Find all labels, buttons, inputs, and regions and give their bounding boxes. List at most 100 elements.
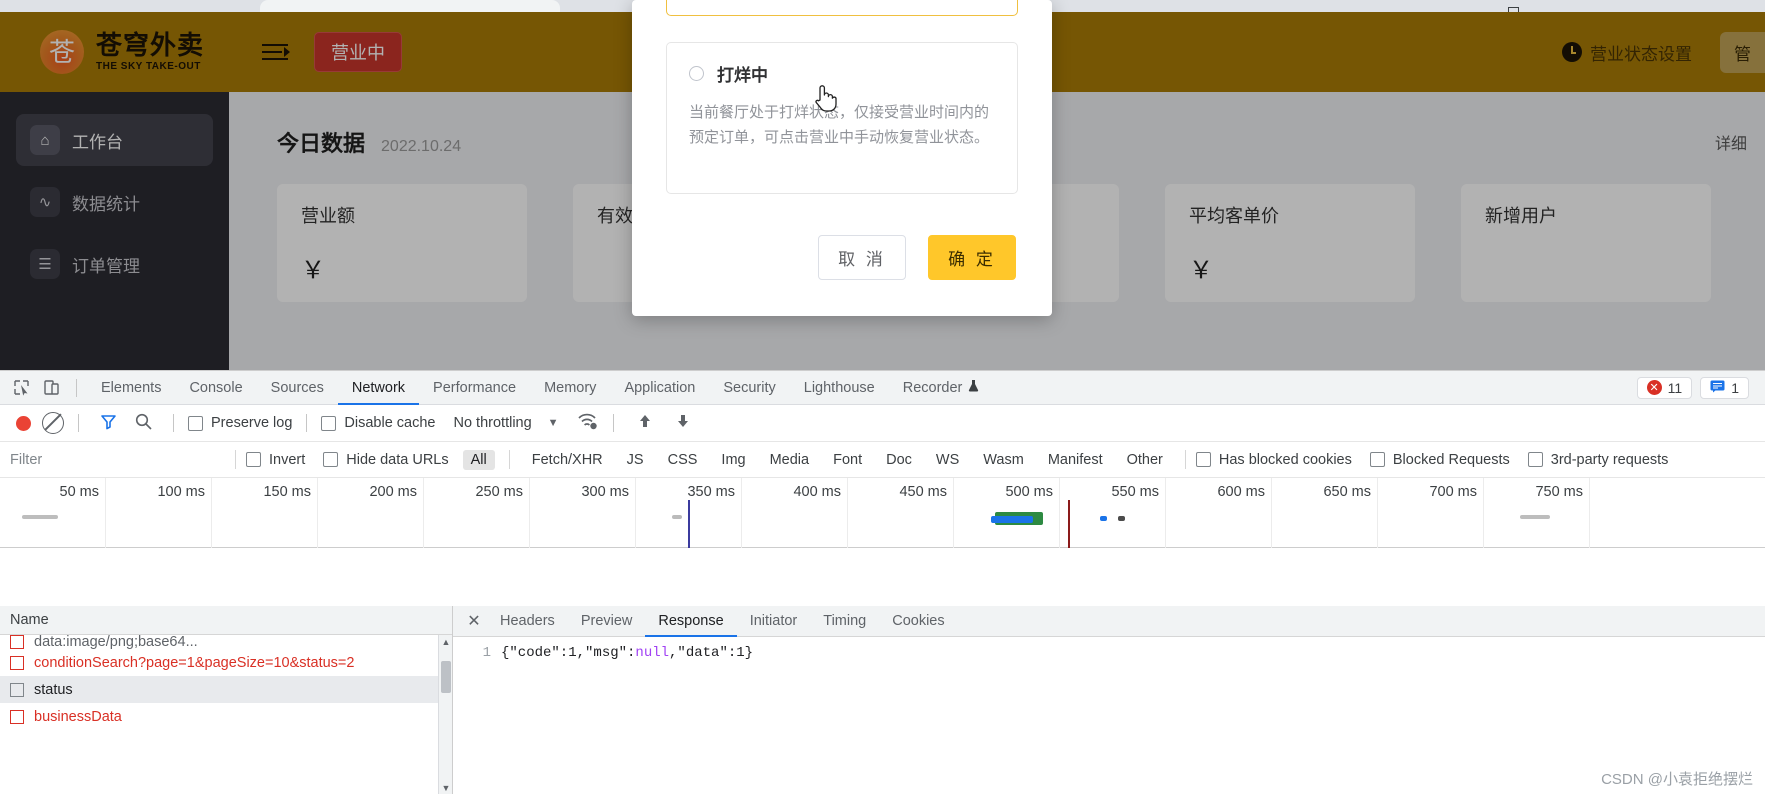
overview-request-bar bbox=[1520, 515, 1550, 519]
radio-unchecked-icon[interactable] bbox=[689, 66, 704, 81]
message-badge[interactable]: 1 bbox=[1700, 376, 1749, 399]
request-list-scrollbar[interactable]: ▲ ▼ bbox=[438, 635, 452, 794]
network-conditions-icon[interactable] bbox=[577, 412, 599, 435]
error-count: 11 bbox=[1667, 379, 1683, 396]
option-open-card[interactable] bbox=[666, 0, 1018, 16]
error-badge[interactable]: ✕ 11 bbox=[1636, 376, 1693, 399]
tab-application[interactable]: Application bbox=[610, 371, 709, 405]
blocked-requests-label: Blocked Requests bbox=[1392, 451, 1510, 468]
type-chip-all[interactable]: All bbox=[462, 449, 495, 470]
overview-request-bar bbox=[991, 516, 1033, 523]
overview-tick: 300 ms bbox=[530, 478, 636, 548]
invert-checkbox[interactable]: Invert bbox=[246, 452, 305, 468]
tab-initiator[interactable]: Initiator bbox=[737, 606, 811, 637]
type-chip-manifest[interactable]: Manifest bbox=[1040, 450, 1111, 470]
devtools-status-badges: ✕ 11 1 bbox=[1636, 376, 1759, 399]
checkbox-icon[interactable] bbox=[1369, 452, 1385, 467]
network-overview-timeline[interactable]: 50 ms 100 ms 150 ms 200 ms 250 ms 300 ms… bbox=[0, 478, 1765, 548]
tab-security[interactable]: Security bbox=[709, 371, 789, 405]
toolbar-divider bbox=[306, 414, 308, 432]
checkbox-icon[interactable] bbox=[1195, 452, 1211, 467]
type-chip-wasm[interactable]: Wasm bbox=[975, 450, 1032, 470]
checkbox-icon[interactable] bbox=[188, 415, 203, 431]
chevron-down-icon[interactable]: ▼ bbox=[439, 781, 453, 794]
third-party-requests-checkbox[interactable]: 3rd-party requests bbox=[1527, 452, 1668, 468]
option-closed-description: 当前餐厅处于打烊状态，仅接受营业时间内的预定订单，可点击营业中手动恢复营业状态。 bbox=[689, 104, 990, 146]
chevron-up-icon[interactable]: ▲ bbox=[439, 635, 453, 649]
preserve-log-checkbox[interactable]: Preserve log bbox=[188, 415, 292, 431]
overview-tick: 700 ms bbox=[1378, 478, 1484, 548]
hide-data-urls-label: Hide data URLs bbox=[346, 451, 449, 468]
table-row[interactable]: conditionSearch?page=1&pageSize=10&statu… bbox=[0, 649, 452, 676]
option-closed-card[interactable]: 打烊中 当前餐厅处于打烊状态，仅接受营业时间内的预定订单，可点击营业中手动恢复营… bbox=[666, 42, 1018, 194]
tab-headers[interactable]: Headers bbox=[487, 606, 568, 637]
toolbar-divider bbox=[235, 450, 236, 469]
clear-icon[interactable] bbox=[42, 412, 64, 434]
overview-tick: 250 ms bbox=[424, 478, 530, 548]
tab-performance[interactable]: Performance bbox=[419, 371, 530, 405]
tab-memory[interactable]: Memory bbox=[530, 371, 610, 405]
message-icon bbox=[1710, 380, 1725, 396]
record-button-icon[interactable] bbox=[16, 415, 31, 431]
download-har-icon[interactable] bbox=[674, 412, 692, 434]
tab-cookies[interactable]: Cookies bbox=[879, 606, 957, 637]
request-type-icon bbox=[10, 682, 24, 697]
devtools-panel: Elements Console Sources Network Perform… bbox=[0, 370, 1765, 794]
close-icon[interactable]: ✕ bbox=[461, 608, 487, 634]
table-row[interactable]: status bbox=[0, 676, 452, 703]
type-chip-js[interactable]: JS bbox=[619, 450, 652, 470]
tab-recorder[interactable]: Recorder bbox=[889, 371, 994, 405]
type-chip-media[interactable]: Media bbox=[762, 450, 818, 470]
scrollbar-thumb[interactable] bbox=[441, 661, 451, 693]
chevron-down-icon[interactable]: ▼ bbox=[548, 417, 559, 429]
type-chip-ws[interactable]: WS bbox=[928, 450, 967, 470]
tab-sources[interactable]: Sources bbox=[257, 371, 338, 405]
tab-network[interactable]: Network bbox=[338, 371, 419, 405]
cancel-button[interactable]: 取 消 bbox=[818, 235, 906, 280]
search-icon[interactable] bbox=[134, 412, 153, 435]
filter-funnel-icon[interactable] bbox=[99, 412, 118, 435]
response-json[interactable]: {"code":1,"msg":null,"data":1} bbox=[501, 645, 753, 661]
hide-data-urls-checkbox[interactable]: Hide data URLs bbox=[323, 451, 449, 468]
overview-request-bar bbox=[1118, 516, 1125, 521]
filter-input[interactable] bbox=[0, 441, 225, 478]
tab-preview[interactable]: Preview bbox=[568, 606, 646, 637]
checkbox-icon[interactable] bbox=[246, 452, 261, 467]
tab-response[interactable]: Response bbox=[645, 606, 736, 637]
device-toolbar-icon[interactable] bbox=[36, 375, 66, 401]
request-detail-tabs: ✕ Headers Preview Response Initiator Tim… bbox=[453, 606, 1765, 637]
checkbox-icon[interactable] bbox=[323, 452, 339, 467]
throttling-select[interactable]: No throttling bbox=[453, 415, 531, 431]
type-chip-css[interactable]: CSS bbox=[660, 450, 706, 470]
type-chip-doc[interactable]: Doc bbox=[878, 450, 920, 470]
has-blocked-cookies-checkbox[interactable]: Has blocked cookies bbox=[1195, 452, 1352, 468]
upload-har-icon[interactable] bbox=[636, 412, 654, 434]
tab-lighthouse[interactable]: Lighthouse bbox=[790, 371, 889, 405]
type-chip-fetch-xhr[interactable]: Fetch/XHR bbox=[524, 450, 611, 470]
checkbox-icon[interactable] bbox=[321, 415, 337, 431]
tab-timing[interactable]: Timing bbox=[810, 606, 879, 637]
type-chip-img[interactable]: Img bbox=[713, 450, 753, 470]
checkbox-icon[interactable] bbox=[1527, 452, 1543, 467]
overview-tick: 400 ms bbox=[742, 478, 848, 548]
confirm-button[interactable]: 确 定 bbox=[928, 235, 1016, 280]
toolbar-divider bbox=[173, 414, 174, 432]
network-filter-bar: Invert Hide data URLs All Fetch/XHR JS C… bbox=[0, 441, 1765, 478]
type-chip-font[interactable]: Font bbox=[825, 450, 870, 470]
column-header-name: Name bbox=[10, 612, 49, 628]
preserve-log-label: Preserve log bbox=[211, 415, 293, 431]
disable-cache-checkbox[interactable]: Disable cache bbox=[321, 415, 435, 431]
tab-elements[interactable]: Elements bbox=[87, 371, 175, 405]
request-list-header[interactable]: Name bbox=[0, 606, 452, 635]
inspect-element-icon[interactable] bbox=[6, 375, 36, 401]
table-row[interactable]: data:image/png;base64... bbox=[0, 635, 452, 649]
toolbar-divider bbox=[612, 414, 614, 432]
watermark: CSDN @小袁拒绝摆烂 bbox=[1601, 771, 1753, 788]
line-number: 1 bbox=[482, 645, 491, 661]
blocked-requests-checkbox[interactable]: Blocked Requests bbox=[1369, 451, 1510, 468]
type-chip-other[interactable]: Other bbox=[1119, 450, 1171, 470]
option-closed-radio-row[interactable]: 打烊中 bbox=[689, 61, 995, 86]
toolbar-divider bbox=[76, 378, 77, 397]
table-row[interactable]: businessData bbox=[0, 703, 452, 730]
tab-console[interactable]: Console bbox=[175, 371, 256, 405]
